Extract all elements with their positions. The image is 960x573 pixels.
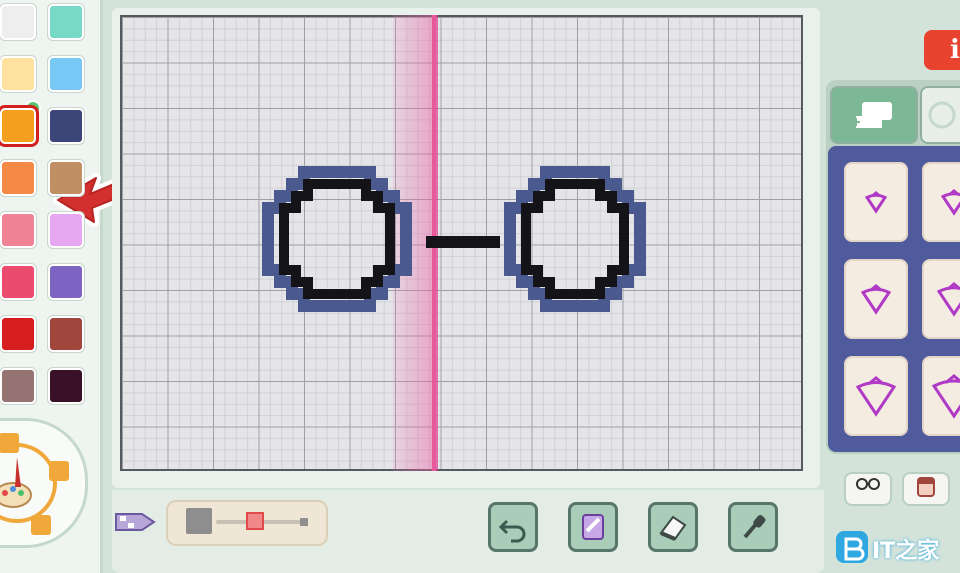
swatch-mauve-brown[interactable] [0,368,36,404]
swatch-orange[interactable] [0,108,36,144]
new-stamp-icon [852,102,892,128]
character-face-icon [917,477,935,497]
eyedropper-button[interactable] [728,502,778,552]
undo-icon [498,519,526,543]
strawberry-stamp-icon [936,282,960,317]
stamp-tool-button[interactable] [568,502,618,552]
eyedropper-icon [743,515,766,539]
swatch-pink[interactable] [0,212,36,248]
tab-saved-stamps[interactable] [920,86,960,144]
tab-new-stamp[interactable] [830,86,918,144]
glasses-pixel-drawing [262,166,646,312]
swatch-navy[interactable] [48,108,84,144]
strawberry-stamp-icon [860,284,892,315]
watermark-logo-icon [836,531,868,563]
stamp-tool-icon [582,514,604,540]
strawberry-stamp-icon [940,189,960,216]
swatch-brick[interactable] [48,316,84,352]
pencil-tool-icon[interactable] [112,504,158,540]
strawberry-stamp-icon [864,191,888,214]
color-wheel-button[interactable] [0,418,88,548]
stamp-card-strawberry[interactable] [844,356,908,436]
info-button-label: i [950,35,960,65]
stamp-card-strawberry[interactable] [922,259,960,339]
stamp-card-strawberry[interactable] [844,162,908,242]
swatch-light-yellow[interactable] [0,56,36,92]
eraser-button[interactable] [648,502,698,552]
info-button[interactable]: i [924,30,960,70]
stamp-circle-icon [928,101,956,129]
brush-size-min-marker [300,518,308,526]
swatch-sky-blue[interactable] [48,56,84,92]
swatch-light-gray[interactable] [0,4,36,40]
swatch-purple[interactable] [48,264,84,300]
stamp-card-strawberry[interactable] [922,162,960,242]
glasses-thumbnail[interactable] [844,472,892,506]
swatch-lavender[interactable] [48,212,84,248]
eraser-icon [659,515,687,541]
swatch-rose[interactable] [0,264,36,300]
stamp-card-strawberry[interactable] [922,356,960,436]
brush-size-knob[interactable] [246,512,264,530]
swatch-tan[interactable] [48,160,84,196]
watermark: IT之家 [834,527,960,567]
swatch-red[interactable] [0,316,36,352]
undo-button[interactable] [488,502,538,552]
watermark-text: IT之家 [872,539,940,564]
glasses-icon [856,478,880,490]
artist-palette-icon [0,433,69,535]
brush-size-preview [186,508,212,534]
stamp-card-strawberry[interactable] [844,259,908,339]
swatch-mint[interactable] [48,4,84,40]
swatch-dark-plum[interactable] [48,368,84,404]
strawberry-stamp-icon [931,374,960,419]
swatch-coral-orange[interactable] [0,160,36,196]
strawberry-stamp-icon [855,376,897,417]
character-thumbnail[interactable] [902,472,950,506]
